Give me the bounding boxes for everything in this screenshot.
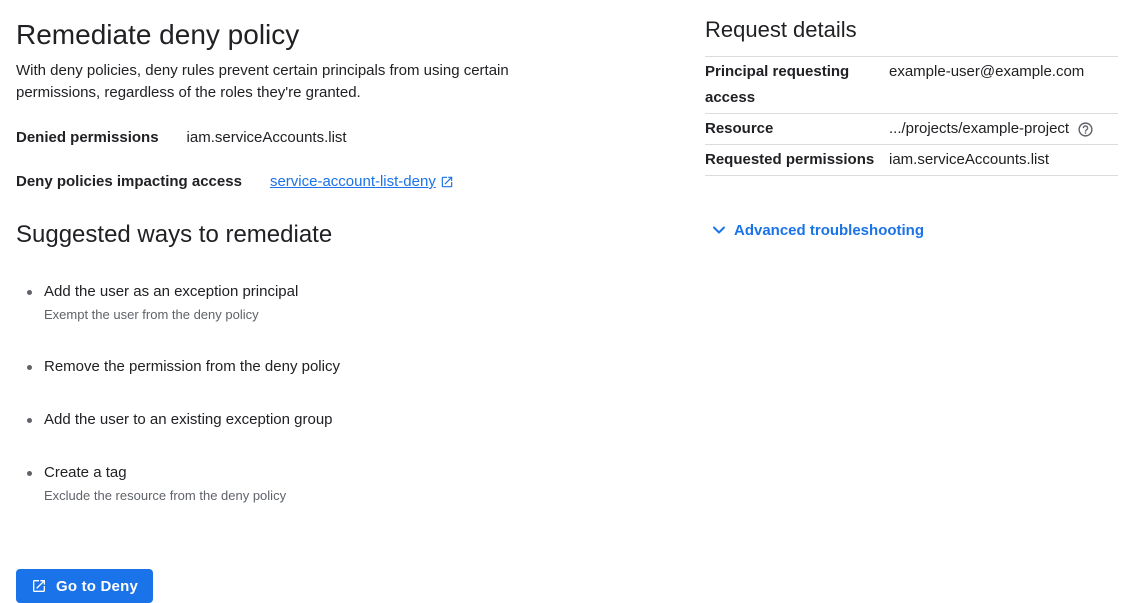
bullet-icon — [27, 418, 32, 423]
denied-permissions-value: iam.serviceAccounts.list — [187, 128, 347, 148]
request-details-panel: Request details Principal requesting acc… — [705, 16, 1118, 245]
principal-value: example-user@example.com — [889, 57, 1118, 114]
list-item: Add the user as an exception principal E… — [16, 283, 666, 323]
bullet-icon — [27, 365, 32, 370]
open-in-new-icon — [31, 578, 47, 594]
denied-permissions-row: Denied permissions iam.serviceAccounts.l… — [16, 128, 666, 148]
table-row: Resource .../projects/example-project — [705, 114, 1118, 145]
deny-policies-row: Deny policies impacting access service-a… — [16, 172, 666, 192]
advanced-troubleshooting-label: Advanced troubleshooting — [734, 222, 924, 239]
page-title: Remediate deny policy — [16, 18, 666, 52]
button-label: Go to Deny — [56, 578, 138, 595]
deny-policy-link[interactable]: service-account-list-deny — [270, 172, 454, 192]
main-panel: Remediate deny policy With deny policies… — [16, 18, 666, 603]
request-details-title: Request details — [705, 16, 1118, 44]
bullet-icon — [27, 290, 32, 295]
chevron-down-icon — [709, 220, 729, 240]
suggestion-subtitle: Exempt the user from the deny policy — [44, 307, 298, 323]
requested-permissions-label: Requested permissions — [705, 145, 889, 176]
suggestion-title: Add the user to an existing exception gr… — [44, 411, 333, 429]
page-description: With deny policies, deny rules prevent c… — [16, 60, 572, 104]
list-item: Remove the permission from the deny poli… — [16, 358, 666, 376]
list-item: Add the user to an existing exception gr… — [16, 411, 666, 429]
suggestion-title: Create a tag — [44, 464, 286, 482]
remediate-deny-policy-page: Remediate deny policy With deny policies… — [0, 0, 1122, 574]
principal-label: Principal requesting access — [705, 57, 889, 114]
help-icon[interactable] — [1077, 121, 1094, 138]
deny-policy-link-text: service-account-list-deny — [270, 172, 436, 192]
open-in-new-icon — [440, 175, 454, 189]
suggestions-title: Suggested ways to remediate — [16, 220, 666, 250]
resource-value: .../projects/example-project — [889, 116, 1069, 142]
suggestion-title: Add the user as an exception principal — [44, 283, 298, 301]
table-row: Requested permissions iam.serviceAccount… — [705, 145, 1118, 176]
denied-permissions-label: Denied permissions — [16, 128, 159, 148]
suggestion-title: Remove the permission from the deny poli… — [44, 358, 340, 376]
suggestion-subtitle: Exclude the resource from the deny polic… — [44, 488, 286, 504]
deny-policies-label: Deny policies impacting access — [16, 172, 242, 192]
bullet-icon — [27, 471, 32, 476]
table-row: Principal requesting access example-user… — [705, 57, 1118, 114]
request-details-table: Principal requesting access example-user… — [705, 56, 1118, 176]
resource-label: Resource — [705, 114, 889, 145]
requested-permissions-value: iam.serviceAccounts.list — [889, 145, 1118, 176]
advanced-troubleshooting-toggle[interactable]: Advanced troubleshooting — [705, 220, 924, 240]
list-item: Create a tag Exclude the resource from t… — [16, 464, 666, 504]
go-to-deny-button[interactable]: Go to Deny — [16, 569, 153, 603]
suggestions-list: Add the user as an exception principal E… — [16, 283, 666, 504]
